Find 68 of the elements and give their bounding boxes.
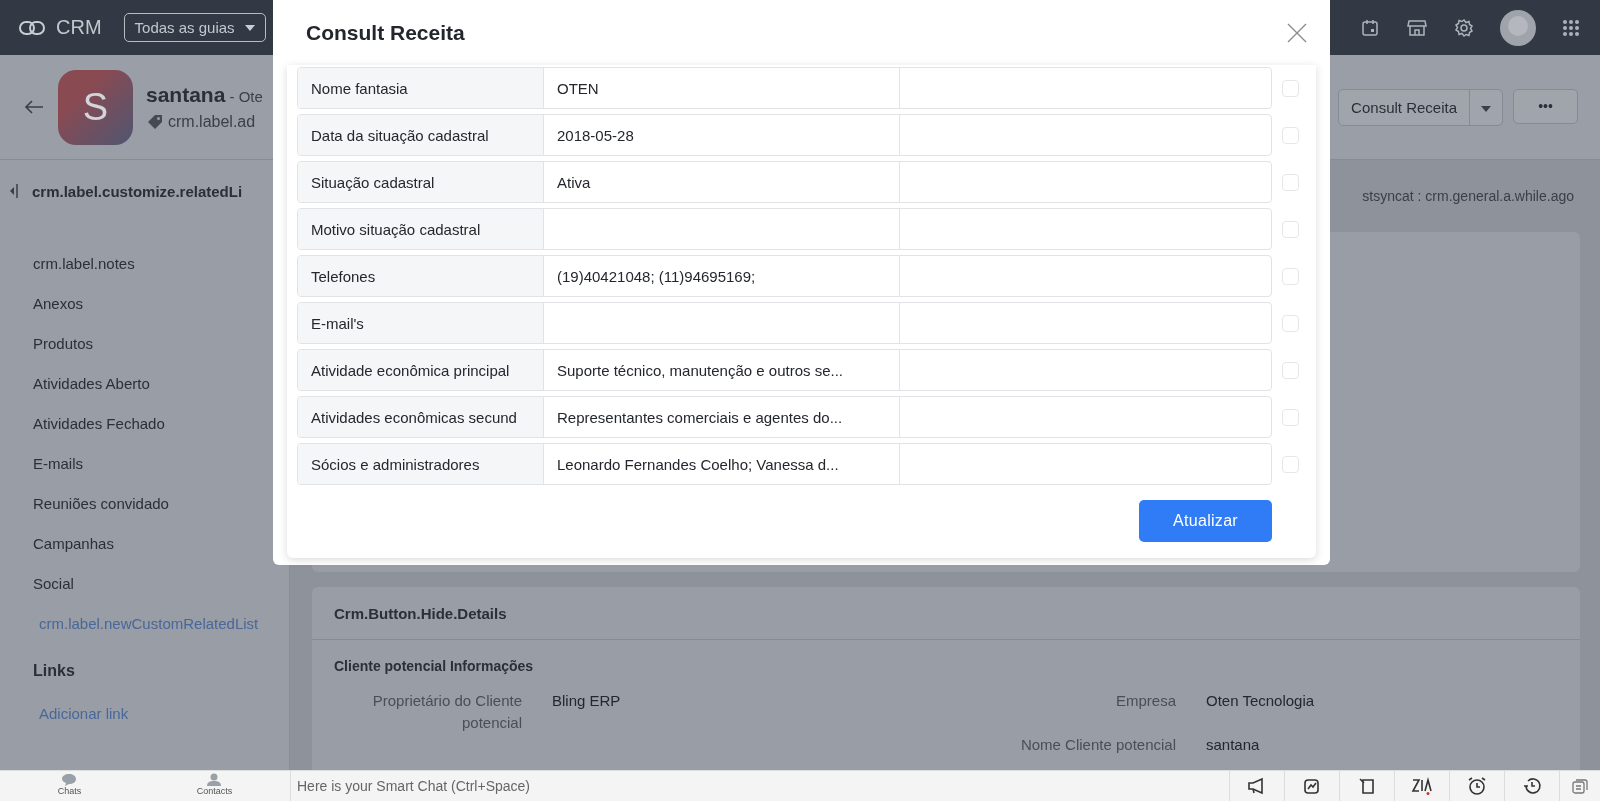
field-value-cell: (19)40421048; (11)94695169; xyxy=(544,256,900,296)
chat-bubble-icon xyxy=(61,773,78,786)
hide-details-toggle[interactable]: Crm.Button.Hide.Details xyxy=(334,604,507,622)
close-icon[interactable] xyxy=(1286,21,1308,44)
field-label: Proprietário do Cliente potencial xyxy=(371,691,522,733)
contacts-tab[interactable]: Contacts xyxy=(196,771,233,801)
field-label: Nome Cliente potencial xyxy=(1019,735,1176,755)
related-list-title: crm.label.customize.relatedLi xyxy=(32,182,243,200)
alarm-clock-icon[interactable] xyxy=(1467,776,1487,796)
tabs-menu-button[interactable]: Todas as guias xyxy=(123,13,266,42)
row-checkbox[interactable] xyxy=(1282,314,1299,332)
consult-button[interactable]: Consult Receita xyxy=(1339,89,1469,125)
tag-icon[interactable] xyxy=(146,113,164,131)
sync-status: stsyncat : crm.general.a.while.ago xyxy=(1362,188,1574,204)
field-value-cell: Suporte técnico, manutenção e outros se... xyxy=(544,350,900,390)
user-avatar[interactable] xyxy=(1500,9,1536,46)
field-value-cell: OTEN xyxy=(544,68,900,108)
dialog-title: Consult Receita xyxy=(306,20,465,45)
collapse-icon[interactable] xyxy=(10,183,18,199)
apps-grid-icon[interactable] xyxy=(1562,18,1580,37)
field-value: Oten Tecnologia xyxy=(1206,691,1315,711)
row-checkbox[interactable] xyxy=(1282,408,1299,426)
more-button[interactable]: ••• xyxy=(1513,88,1578,124)
field-value: Bling ERP xyxy=(552,691,621,711)
chart-icon[interactable] xyxy=(1303,777,1321,795)
settings-icon[interactable] xyxy=(1454,17,1474,38)
field-label-cell: Nome fantasia xyxy=(298,68,544,108)
row-checkbox[interactable] xyxy=(1282,455,1299,473)
field-label-cell: Motivo situação cadastral xyxy=(298,209,544,249)
chats-tab[interactable]: Chats xyxy=(57,771,82,801)
update-button[interactable]: Atualizar xyxy=(1139,500,1272,542)
app-name: CRM xyxy=(56,16,102,39)
history-icon[interactable] xyxy=(1522,776,1542,796)
field-label-cell: Data da situação cadastral xyxy=(298,115,544,155)
zia-icon[interactable] xyxy=(1411,777,1433,795)
field-value-cell: Leonardo Fernandes Coelho; Vanessa d... xyxy=(544,444,900,484)
section-title: Cliente potencial Informações xyxy=(333,657,535,674)
field-label-cell: Sócios e administradores xyxy=(298,444,544,484)
calendar-icon[interactable] xyxy=(1360,17,1380,38)
row-checkbox[interactable] xyxy=(1282,267,1299,285)
messages-icon[interactable] xyxy=(1572,778,1588,794)
row-checkbox[interactable] xyxy=(1282,361,1299,379)
field-value-cell: 2018-05-28 xyxy=(544,115,900,155)
sidebar-item[interactable]: Social xyxy=(0,564,289,604)
back-arrow-icon[interactable] xyxy=(24,99,44,115)
field-label: Empresa xyxy=(1114,691,1176,711)
field-label-cell: Atividade econômica principal xyxy=(298,350,544,390)
record-name: santana - Ote xyxy=(146,83,263,107)
field-value: santana xyxy=(1206,735,1260,755)
field-value-cell: Ativa xyxy=(544,162,900,202)
smart-chat-field[interactable]: Here is your Smart Chat (Ctrl+Space) xyxy=(291,771,1229,801)
store-icon[interactable] xyxy=(1406,17,1428,38)
field-label-cell: Telefones xyxy=(298,256,544,296)
row-checkbox[interactable] xyxy=(1282,79,1299,97)
field-label-cell: E-mail's xyxy=(298,303,544,343)
person-icon xyxy=(207,773,222,786)
field-label-cell: Situação cadastral xyxy=(298,162,544,202)
row-checkbox[interactable] xyxy=(1282,126,1299,144)
caret-icon xyxy=(244,24,255,31)
row-checkbox[interactable] xyxy=(1282,220,1299,238)
links-heading: Links xyxy=(32,661,76,681)
field-label-cell: Atividades econômicas secund xyxy=(298,397,544,437)
row-checkbox[interactable] xyxy=(1282,173,1299,191)
note-icon[interactable] xyxy=(1358,777,1376,795)
record-avatar: S xyxy=(58,69,133,145)
tag-label: crm.label.ad xyxy=(168,113,256,131)
field-value-cell: Representantes comerciais e agentes do... xyxy=(544,397,900,437)
caret-icon xyxy=(1481,105,1491,112)
